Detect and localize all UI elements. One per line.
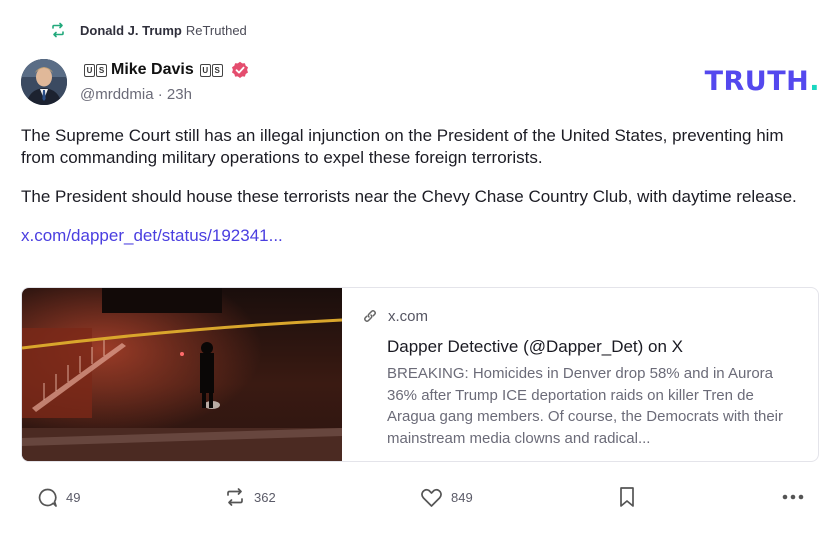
us-flag-icon: US: [199, 63, 223, 77]
heart-icon: [421, 488, 442, 507]
post-paragraph: The Supreme Court still has an illegal i…: [21, 126, 784, 167]
bookmark-button[interactable]: [618, 484, 644, 510]
link-preview-card[interactable]: x.com Dapper Detective (@Dapper_Det) on …: [21, 287, 819, 462]
post-paragraph: The President should house these terrori…: [21, 187, 797, 206]
like-button[interactable]: 849: [420, 484, 473, 510]
author-handle[interactable]: @mrddmia: [80, 86, 154, 103]
author-meta: @mrddmia · 23h: [80, 86, 249, 103]
retruth-author[interactable]: Donald J. Trump: [80, 23, 182, 38]
link-preview-description: BREAKING: Homicides in Denver drop 58% a…: [387, 365, 784, 447]
us-flag-icon: US: [84, 63, 107, 77]
post-actions: 49 362 849: [0, 484, 840, 510]
post-time[interactable]: 23h: [167, 86, 192, 103]
author-name[interactable]: Mike Davis: [111, 61, 194, 79]
post-author: US Mike Davis US @mrddmia · 23h: [80, 59, 249, 103]
link-icon: [364, 310, 376, 322]
link-preview-title: Dapper Detective (@Dapper_Det) on X: [387, 337, 684, 356]
reply-button[interactable]: 49: [37, 484, 80, 510]
post-body: The Supreme Court still has an illegal i…: [21, 125, 821, 264]
link-preview-domain-row: x.com: [362, 306, 797, 326]
reply-icon: [38, 488, 57, 507]
author-name-row: US Mike Davis US: [80, 59, 249, 81]
bookmark-icon: [620, 487, 634, 507]
link-preview-info: x.com Dapper Detective (@Dapper_Det) on …: [342, 288, 797, 461]
verified-badge-icon: [231, 61, 248, 78]
retruth-icon: [227, 488, 243, 506]
retruth-count: 362: [254, 489, 276, 505]
retruth-icon: [52, 22, 64, 38]
post-link[interactable]: x.com/dapper_det/status/192341...: [21, 226, 283, 245]
truth-logo[interactable]: TRUTH.: [705, 66, 820, 97]
retruth-header: Donald J. Trump ReTruthed: [50, 20, 247, 40]
logo-text: TRUTH: [704, 66, 810, 97]
more-options-icon: [782, 494, 804, 500]
like-count: 849: [451, 489, 473, 505]
more-options-button[interactable]: [781, 484, 813, 510]
link-preview-domain: x.com: [388, 307, 429, 325]
avatar[interactable]: [21, 59, 67, 105]
logo-dot: .: [809, 66, 820, 97]
link-preview-image: [22, 288, 342, 461]
retruth-label: ReTruthed: [185, 22, 247, 38]
reply-count: 49: [66, 489, 81, 505]
meta-separator: ·: [157, 86, 163, 103]
retruth-button[interactable]: 362: [224, 484, 276, 510]
